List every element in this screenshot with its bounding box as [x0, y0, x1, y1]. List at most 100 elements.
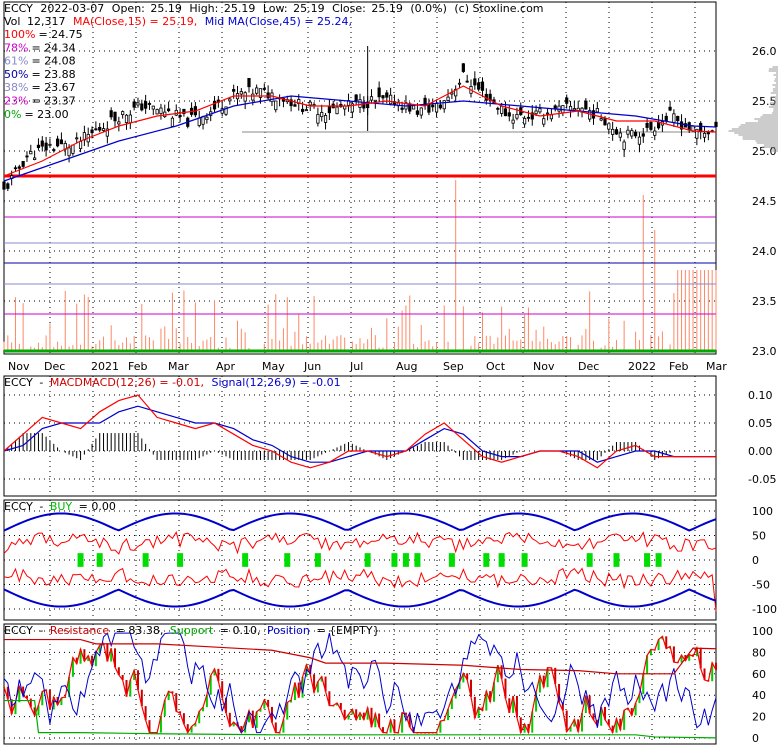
- fib-pct: 100%: [4, 28, 35, 41]
- candle-body: [21, 160, 25, 167]
- candle-body: [503, 108, 508, 117]
- candle-body: [415, 110, 420, 115]
- candle-body: [44, 142, 48, 151]
- y-tick-label: 24.0: [752, 245, 777, 258]
- candle-body: [94, 128, 98, 131]
- buy-envelope-upper: [3, 512, 717, 532]
- resistance-support-panel: 100 80 60 40 20 0: [3, 623, 773, 745]
- x-tick-label: Feb: [669, 360, 688, 373]
- candle-body: [438, 104, 442, 109]
- candle-body: [170, 117, 175, 127]
- candle-body: [714, 121, 718, 128]
- macd-label: MACD(12,26) = -0.01,: [83, 376, 204, 389]
- candle-body: [147, 103, 152, 105]
- candle-body: [212, 100, 217, 110]
- price-panel: 26.025.525.024.524.023.523.0Nov Dec 2021 Fe…: [2, 1, 778, 373]
- candle-body: [136, 102, 140, 106]
- candle-body: [702, 132, 707, 138]
- candle-body: [251, 93, 255, 101]
- stock-chart: 26.025.525.024.524.023.523.0Nov Dec 2021 Fe…: [2, 1, 778, 745]
- candle-body: [389, 94, 393, 105]
- ma15-label: MA(Close,15) = 25.19,: [73, 15, 197, 28]
- source-label: (c) Stoxline.com: [454, 2, 543, 15]
- candle-body: [381, 95, 385, 99]
- candle-body: [557, 105, 561, 112]
- buy-marker: [644, 553, 651, 567]
- buy-marker: [77, 553, 84, 567]
- macd-symbol: ECCY: [4, 376, 33, 389]
- candle-body: [373, 99, 377, 102]
- buy-marker: [96, 553, 103, 567]
- candle-body: [618, 132, 622, 138]
- candle-body: [411, 105, 416, 110]
- macd-name: MACD: [50, 376, 83, 389]
- candle-body: [611, 128, 615, 135]
- candle-body: [178, 114, 182, 118]
- candle-body: [174, 109, 178, 116]
- fib-label: 78% = 24.34: [4, 41, 76, 54]
- low-value: 25.19: [293, 2, 325, 15]
- x-tick-label: Apr: [216, 360, 236, 373]
- y-tick-label: -50: [752, 579, 770, 592]
- resistance-value: = 83.38,: [116, 624, 164, 637]
- candle-body: [515, 114, 519, 119]
- y-tick-label: -0.05: [748, 473, 776, 486]
- candle-body: [377, 87, 381, 98]
- candle-body: [641, 133, 645, 137]
- candle-body: [511, 119, 515, 124]
- y-tick-label: 0: [752, 732, 759, 745]
- buy-panel: 100 50 0 -50 -100: [3, 499, 777, 621]
- x-tick-label: Sep: [443, 360, 464, 373]
- macd-title: ECCY - MACDMACD(12,26) = -0.01, Signal(1…: [4, 376, 341, 389]
- x-tick-label: Nov: [8, 360, 30, 373]
- candle-body: [117, 121, 121, 125]
- fib-value: = 23.37: [31, 95, 75, 108]
- candle-body: [239, 91, 243, 95]
- candle-body: [542, 118, 546, 125]
- y-tick-label: 23.5: [752, 295, 777, 308]
- candle-body: [304, 109, 309, 112]
- candle-body: [300, 108, 305, 112]
- candle-body: [507, 112, 511, 117]
- x-tick-label: May: [262, 360, 285, 373]
- candle-body: [67, 147, 71, 157]
- candle-body: [25, 155, 29, 158]
- candle-body: [293, 104, 297, 107]
- candle-body: [335, 106, 339, 115]
- resistance-label: Resistance: [50, 624, 110, 637]
- close-value: 25.19: [371, 2, 403, 15]
- candle-body: [687, 122, 691, 131]
- buy-symbol: ECCY: [4, 500, 33, 513]
- candle-body: [128, 114, 132, 124]
- y-tick-label: 0.00: [748, 445, 773, 458]
- fib-legend: 100% = 24.7578% = 24.3461% = 24.0850% = 23.8…: [4, 28, 83, 121]
- candle-body: [369, 96, 374, 101]
- candle-body: [247, 78, 251, 88]
- candle-body: [197, 117, 201, 126]
- candle-body: [656, 121, 661, 129]
- header-line-1: ECCY 2022-03-07 Open: 25.19 High: 25.19 …: [4, 2, 544, 15]
- candle-body: [442, 100, 446, 110]
- buy-marker: [521, 553, 528, 567]
- buy-sep: -: [39, 500, 43, 513]
- candle-body: [255, 87, 259, 94]
- candle-body: [523, 118, 527, 125]
- fib-label: 23% = 23.37: [4, 95, 76, 108]
- candle-body: [320, 112, 324, 118]
- fib-label: 100% = 24.75: [4, 28, 83, 41]
- candle-body: [113, 111, 117, 122]
- position-value: = {EMPTY}: [316, 624, 379, 637]
- candle-body: [538, 108, 542, 113]
- fib-label: 0% = 23.00: [4, 108, 69, 121]
- y-tick-label: 24.5: [752, 195, 777, 208]
- candle-body: [71, 144, 75, 154]
- fib-pct: 78%: [4, 41, 28, 54]
- candle-body: [500, 105, 504, 114]
- change-value: (0.0%): [410, 2, 447, 15]
- buy-marker: [314, 553, 321, 567]
- x-tick-label: 2022: [628, 360, 656, 373]
- candle-body: [480, 81, 485, 91]
- buy-marker: [364, 553, 371, 567]
- x-tick-label: Dec: [578, 360, 599, 373]
- candle-body: [274, 100, 278, 111]
